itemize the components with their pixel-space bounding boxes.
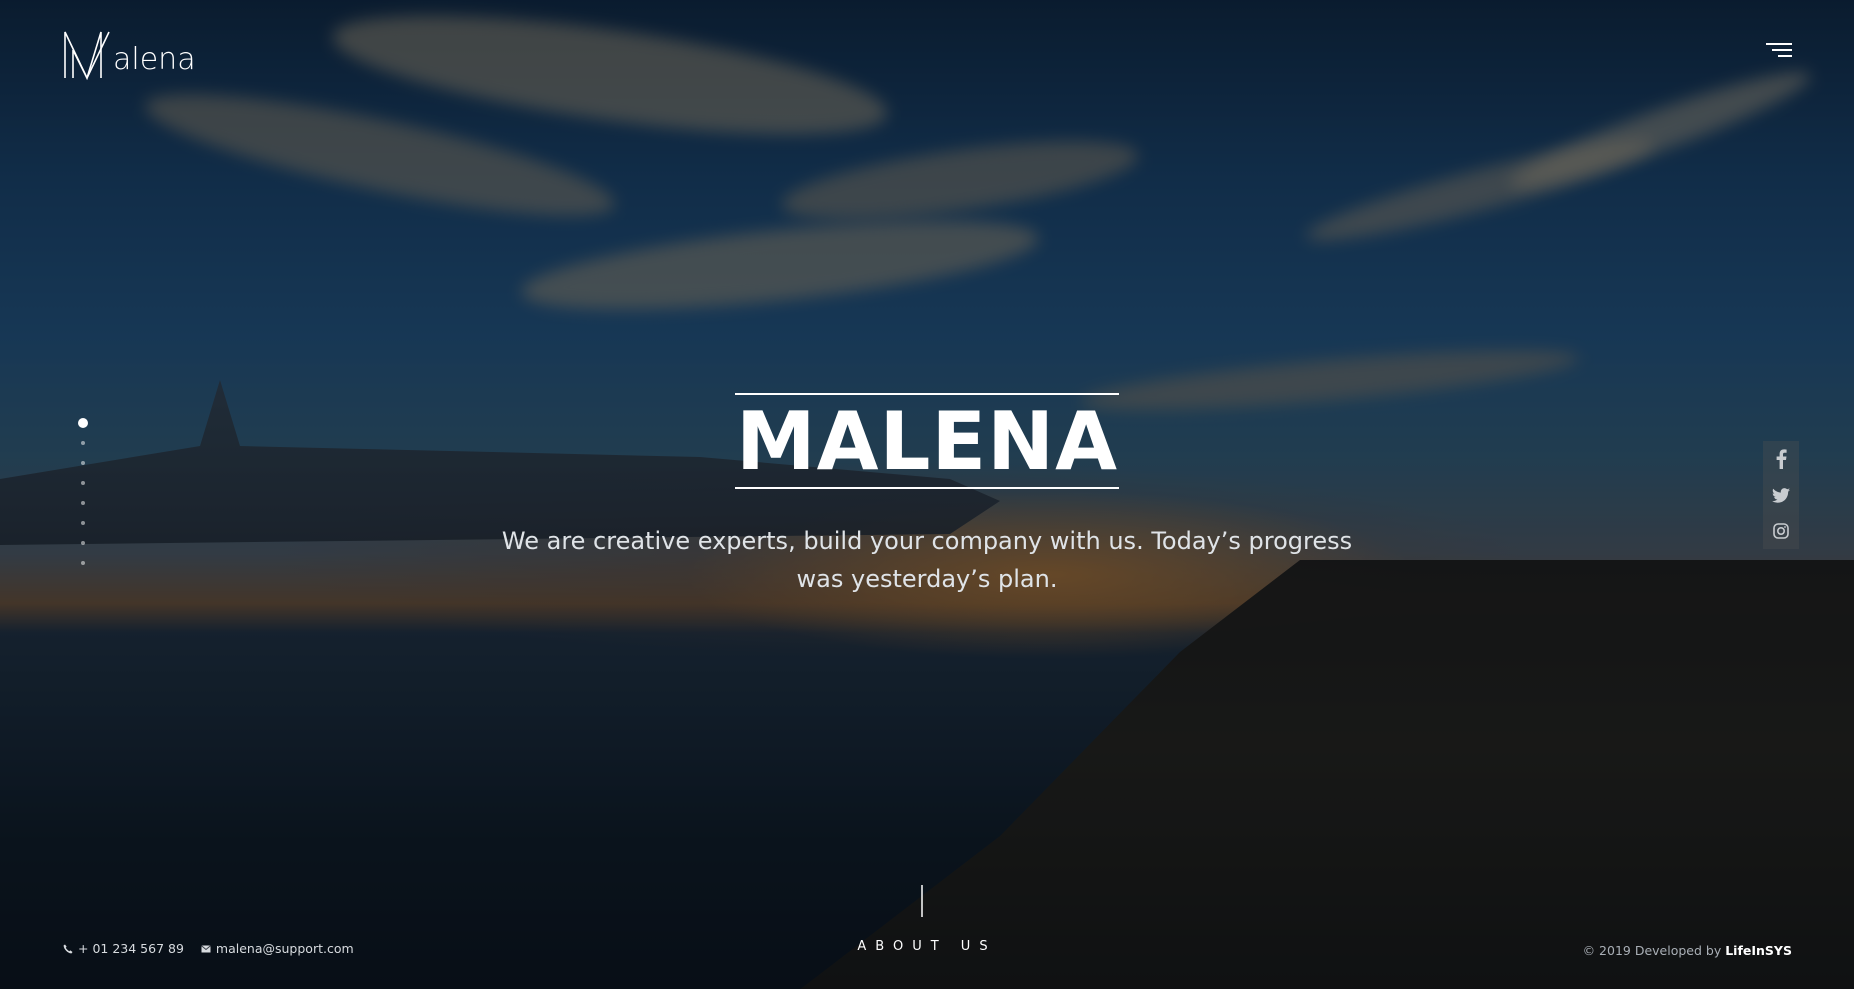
logo-text: alena [113,42,196,77]
developer-link[interactable]: LifeInSYS [1725,943,1792,958]
hero-title: MALENA [735,395,1118,488]
menu-line [1766,43,1792,45]
phone-item[interactable]: + 01 234 567 89 [63,941,184,956]
phone-number: + 01 234 567 89 [78,941,184,956]
logo[interactable]: alena [63,30,196,80]
hero-section: alena MALENA We are creative experts, bu… [0,0,1854,989]
phone-icon [63,944,73,953]
hero-subtitle: We are creative experts, build your comp… [501,527,1353,593]
scroll-indicator [921,885,923,917]
email-icon [201,944,211,952]
menu-line [1772,49,1792,51]
copyright: © 2019 Developed by LifeInSYS [1583,943,1792,958]
menu-button[interactable] [1766,43,1792,61]
copyright-text: © 2019 Developed by [1582,943,1722,958]
hero-title-frame: MALENA [735,393,1119,489]
contact-info: + 01 234 567 89 malena@support.com [63,941,371,956]
email-address: malena@support.com [215,941,354,956]
menu-line [1778,55,1792,57]
email-item[interactable]: malena@support.com [201,941,354,956]
hero-content: MALENA We are creative experts, build yo… [0,393,1854,598]
logo-m-icon [64,31,110,80]
